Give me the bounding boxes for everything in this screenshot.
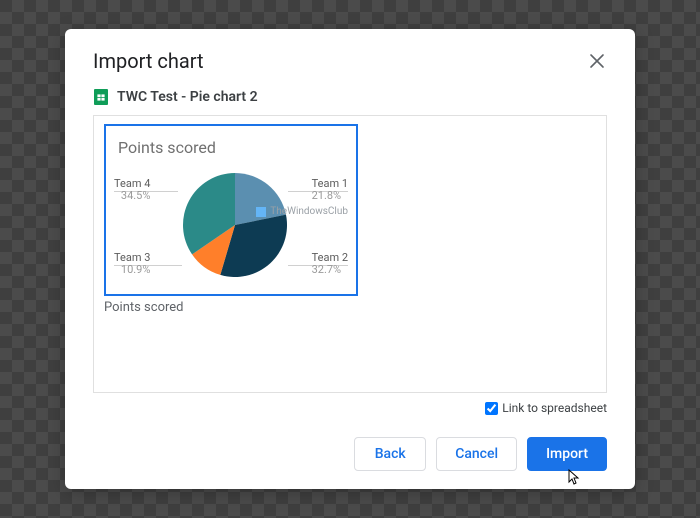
chart-thumbnail[interactable]: Points scored Team 1 21.8% Team 2 32. bbox=[104, 124, 358, 296]
dialog-title: Import chart bbox=[93, 49, 204, 73]
chart-thumbnail-caption: Points scored bbox=[104, 300, 596, 315]
source-file-row: TWC Test - Pie chart 2 bbox=[93, 89, 607, 105]
slice-label-team1: Team 1 21.8% bbox=[312, 178, 348, 202]
import-chart-dialog: Import chart TWC Test - Pie chart 2 bbox=[65, 29, 635, 489]
source-file-title: TWC Test - Pie chart 2 bbox=[117, 89, 258, 105]
slice-label-team4: Team 4 34.5% bbox=[114, 178, 150, 202]
dialog-header: Import chart bbox=[93, 49, 607, 73]
back-button[interactable]: Back bbox=[354, 437, 426, 471]
close-icon[interactable] bbox=[587, 51, 607, 71]
chart-title: Points scored bbox=[118, 138, 216, 157]
app-backdrop: Import chart TWC Test - Pie chart 2 bbox=[0, 0, 700, 518]
link-to-spreadsheet-option[interactable]: Link to spreadsheet bbox=[93, 401, 607, 415]
link-to-spreadsheet-checkbox[interactable] bbox=[485, 402, 498, 415]
sheets-icon bbox=[93, 89, 109, 105]
link-to-spreadsheet-label[interactable]: Link to spreadsheet bbox=[502, 401, 607, 415]
slice-label-team2: Team 2 32.7% bbox=[312, 252, 348, 276]
cancel-button[interactable]: Cancel bbox=[436, 437, 517, 471]
cursor-icon bbox=[565, 469, 581, 489]
pie-chart bbox=[180, 170, 290, 280]
import-button[interactable]: Import bbox=[527, 437, 607, 471]
slice-label-team3: Team 3 10.9% bbox=[114, 252, 150, 276]
chart-preview-area: Points scored Team 1 21.8% Team 2 32. bbox=[93, 115, 607, 393]
dialog-footer: Back Cancel Import bbox=[93, 437, 607, 471]
